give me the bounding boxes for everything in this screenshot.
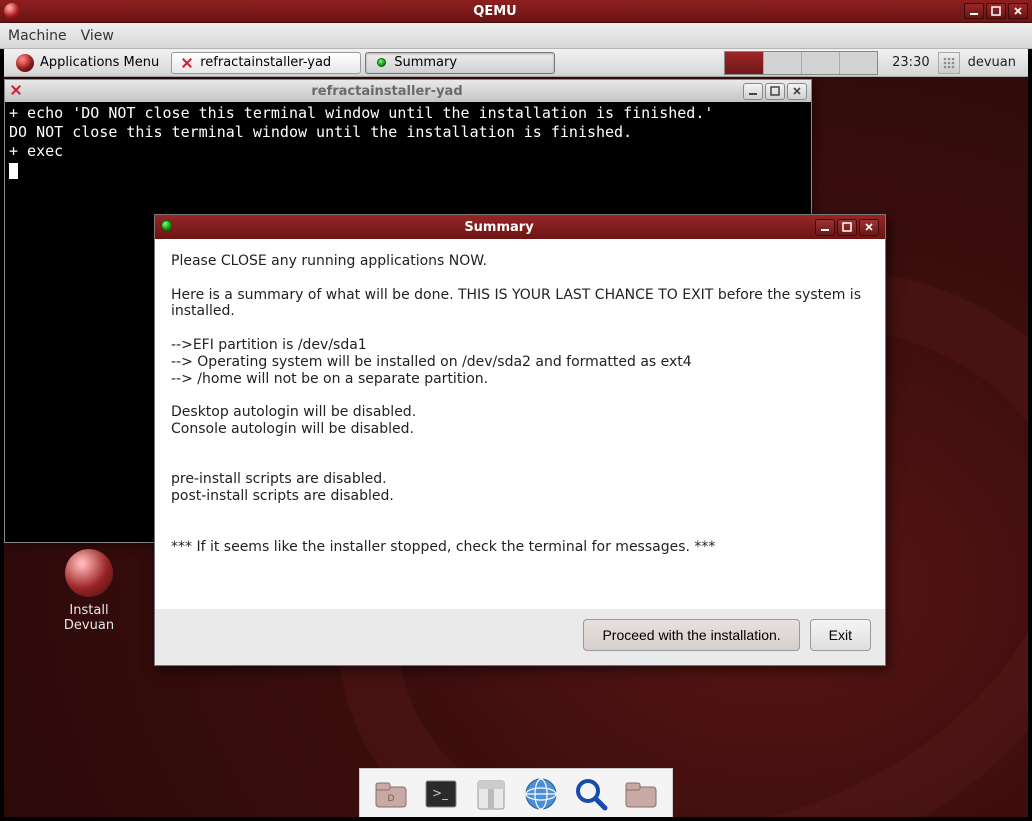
workspace-4[interactable]	[839, 52, 877, 74]
summary-button-row: Proceed with the installation. Exit	[155, 609, 885, 665]
qemu-minimize-button[interactable]	[964, 3, 984, 19]
bottom-dock: D >_	[359, 768, 673, 817]
workspace-2[interactable]	[763, 52, 801, 74]
vm-screen: Applications Menu refractainstaller-yad …	[4, 49, 1028, 817]
dock-folder[interactable]	[620, 773, 662, 815]
summary-close-button[interactable]	[859, 219, 879, 236]
desktop-icon-label: Install Devuan	[64, 603, 114, 633]
dock-search[interactable]	[570, 773, 612, 815]
proceed-button[interactable]: Proceed with the installation.	[583, 619, 799, 651]
devuan-logo-icon	[16, 54, 34, 72]
applications-menu-button[interactable]: Applications Menu	[8, 52, 167, 74]
tray-handle[interactable]	[938, 52, 960, 74]
summary-minimize-button[interactable]	[815, 219, 835, 236]
terminal-close-button[interactable]	[787, 83, 807, 100]
applications-menu-label: Applications Menu	[40, 55, 159, 70]
dock-archive-manager[interactable]	[470, 773, 512, 815]
summary-text: Please CLOSE any running applications NO…	[155, 239, 885, 609]
svg-text:>_: >_	[432, 786, 449, 800]
workspace-3[interactable]	[801, 52, 839, 74]
taskbar-item-terminal[interactable]: refractainstaller-yad	[171, 52, 361, 74]
taskbar-item-summary[interactable]: Summary	[365, 52, 555, 74]
summary-maximize-button[interactable]	[837, 219, 857, 236]
terminal-cursor	[9, 163, 18, 179]
summary-dialog: Summary Please CLOSE any running applica…	[154, 214, 886, 666]
exit-button[interactable]: Exit	[810, 619, 871, 651]
xfce-panel: Applications Menu refractainstaller-yad …	[4, 49, 1028, 77]
terminal-window-icon	[9, 83, 25, 99]
dock-web-browser[interactable]	[520, 773, 562, 815]
summary-titlebar[interactable]: Summary	[155, 215, 885, 239]
summary-title: Summary	[183, 220, 815, 235]
terminal-title: refractainstaller-yad	[31, 84, 743, 99]
taskbar-item-summary-label: Summary	[394, 55, 457, 70]
menu-view[interactable]: View	[81, 28, 114, 44]
qemu-close-button[interactable]	[1008, 3, 1028, 19]
qemu-app-icon	[4, 3, 20, 19]
terminal-titlebar[interactable]: refractainstaller-yad	[5, 80, 811, 102]
qemu-maximize-button[interactable]	[986, 3, 1006, 19]
workspace-1[interactable]	[725, 52, 763, 74]
qemu-menubar: Machine View	[0, 23, 1032, 49]
terminal-app-icon	[180, 56, 194, 70]
terminal-text: + echo 'DO NOT close this terminal windo…	[9, 104, 713, 160]
install-devuan-icon	[65, 549, 113, 597]
terminal-minimize-button[interactable]	[743, 83, 763, 100]
summary-window-icon	[161, 220, 175, 234]
session-user-label[interactable]: devuan	[960, 55, 1024, 70]
dock-file-manager[interactable]: D	[370, 773, 412, 815]
qemu-titlebar: QEMU	[0, 0, 1032, 23]
qemu-title: QEMU	[26, 4, 964, 19]
dock-terminal[interactable]: >_	[420, 773, 462, 815]
svg-text:D: D	[388, 794, 395, 804]
panel-clock[interactable]: 23:30	[884, 55, 937, 70]
terminal-maximize-button[interactable]	[765, 83, 785, 100]
menu-machine[interactable]: Machine	[8, 28, 67, 44]
summary-app-icon	[374, 56, 388, 70]
desktop-icon-install-devuan[interactable]: Install Devuan	[44, 549, 134, 633]
taskbar-item-terminal-label: refractainstaller-yad	[200, 55, 331, 70]
workspace-pager	[724, 51, 878, 75]
